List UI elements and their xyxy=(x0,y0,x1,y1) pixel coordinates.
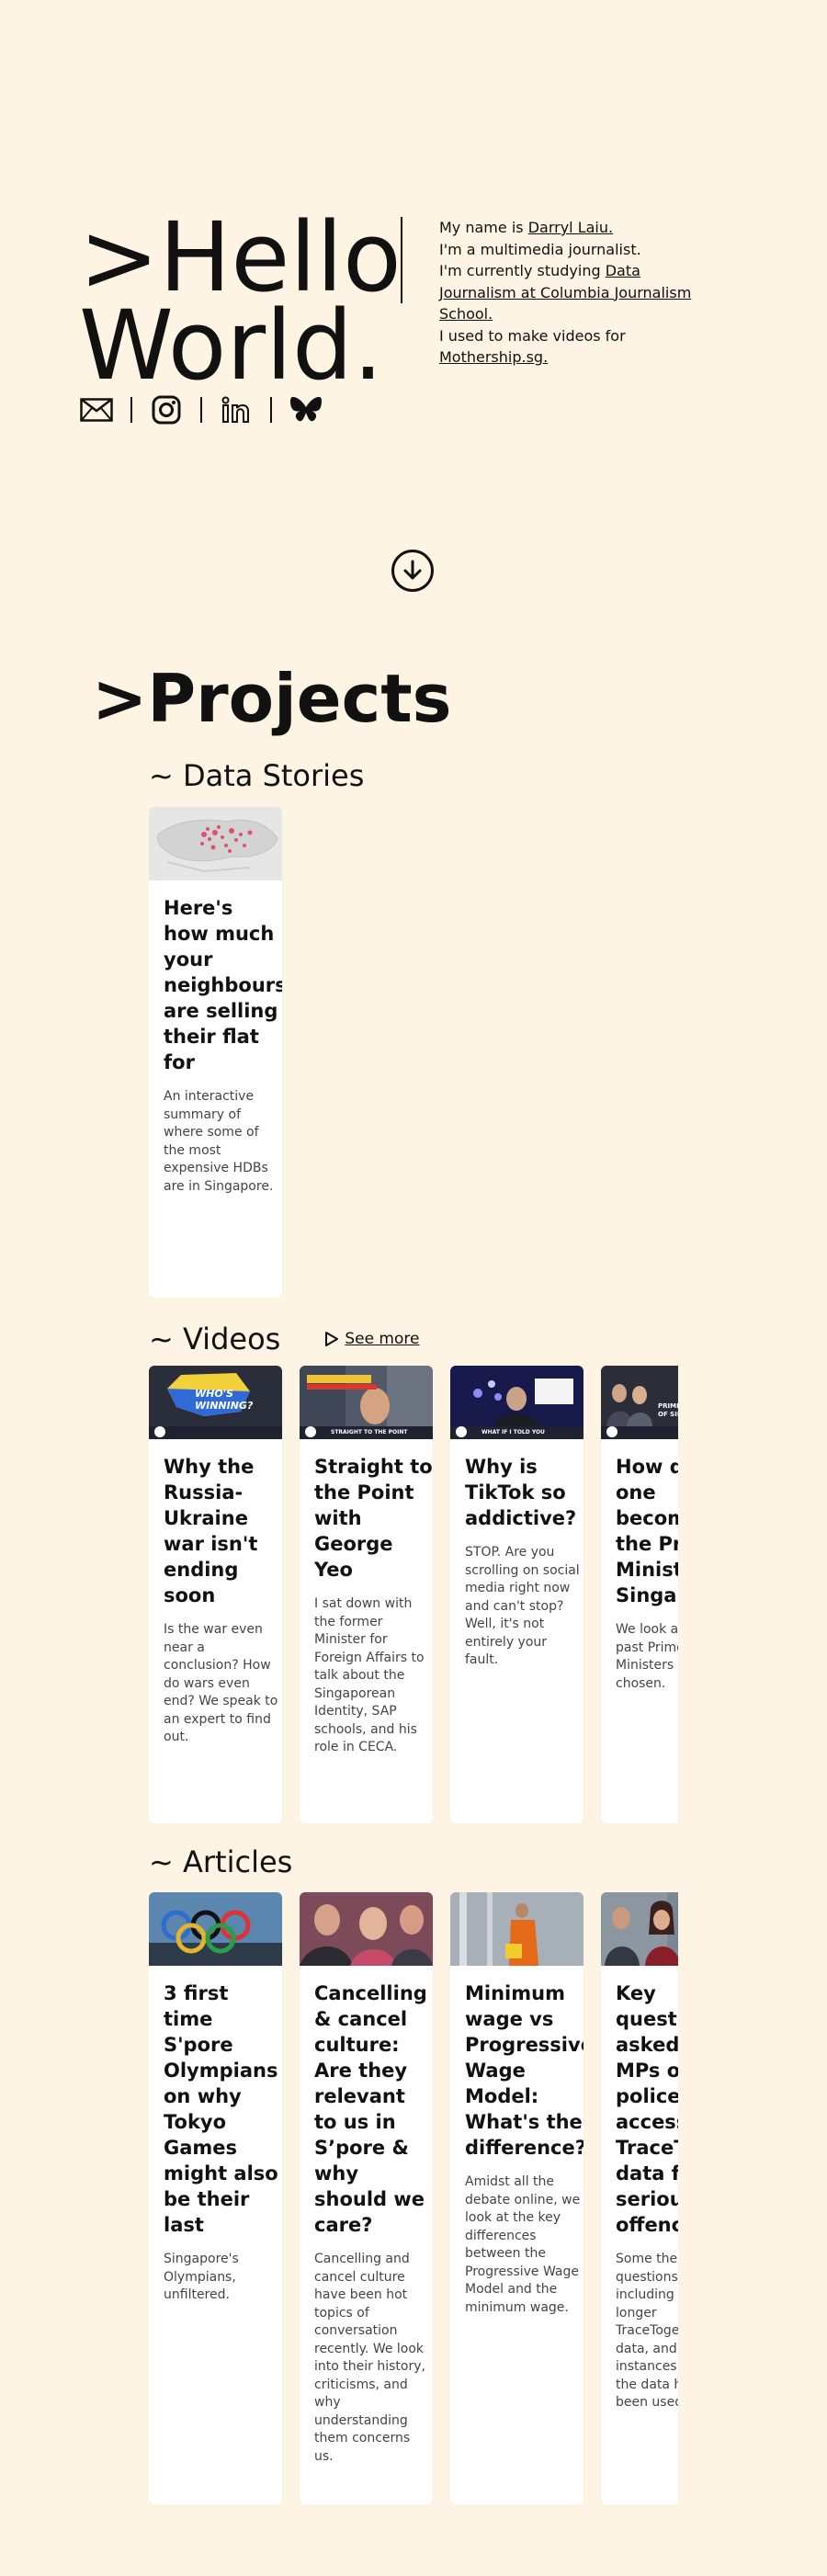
articles-heading-text: ~ Articles xyxy=(149,1844,293,1879)
card-description: An interactive summary of where some of … xyxy=(164,1089,274,1194)
article-thumbnail xyxy=(300,1892,433,1966)
see-more-videos-link[interactable]: See more xyxy=(324,1321,419,1357)
video-thumbnail: WHO'S WINNING? xyxy=(149,1366,282,1439)
scroll-down-button[interactable] xyxy=(391,550,434,592)
article-thumbnail xyxy=(601,1892,678,1966)
video-thumbnail: STRAIGHT TO THE POINT xyxy=(300,1366,433,1439)
video-thumbnail-text: WHAT IF I TOLD YOU xyxy=(481,1429,545,1436)
card-title: 3 first time S'pore Olympians on why Tok… xyxy=(164,1982,278,2236)
card-description: STOP. Are you scrolling on social media … xyxy=(465,1545,580,1667)
instagram-icon[interactable] xyxy=(149,392,184,427)
projects-title: >Projects xyxy=(92,660,452,737)
video-thumbnail-text: WHO'S WINNING? xyxy=(195,1388,254,1412)
card-title: Cancelling & cancel culture: Are they re… xyxy=(314,1982,427,2236)
video-thumbnail-text: PRIME MINISTER OF SINGAPORE xyxy=(658,1402,678,1418)
card-description: Is the war even near a conclusion? How d… xyxy=(164,1622,278,1744)
articles-cards: 3 first time S'pore Olympians on why Tok… xyxy=(149,1892,678,2504)
article-card[interactable]: Key questions asked by MPs on police acc… xyxy=(601,1892,678,2504)
video-card[interactable]: WHO'S WINNING? Why the Russia-Ukraine wa… xyxy=(149,1366,282,1823)
card-title: Key questions asked by MPs on police acc… xyxy=(616,1982,678,2236)
hero-title-line1: >Hello xyxy=(79,201,402,313)
video-card[interactable]: WHAT IF I TOLD YOU Why is TikTok so addi… xyxy=(450,1366,583,1823)
article-thumbnail xyxy=(450,1892,583,1966)
card-description: We look at how past Prime Ministers were… xyxy=(616,1622,678,1691)
article-card[interactable]: Minimum wage vs Progressive Wage Model: … xyxy=(450,1892,583,2504)
play-icon xyxy=(325,1332,339,1346)
data-stories-heading: ~ Data Stories xyxy=(149,757,364,794)
hero-divider xyxy=(401,217,402,303)
hero-title: >Hello World. xyxy=(79,201,402,402)
videos-heading: ~ Videos See more xyxy=(149,1321,419,1357)
social-separator xyxy=(200,397,202,423)
video-thumbnail-text: STRAIGHT TO THE POINT xyxy=(331,1429,408,1436)
video-card[interactable]: STRAIGHT TO THE POINT Straight to the Po… xyxy=(300,1366,433,1823)
name-link[interactable]: Darryl Laiu. xyxy=(528,219,613,236)
data-stories-cards: Here's how much your neighbours are sell… xyxy=(149,807,678,1298)
card-description: Singapore's Olympians, unfiltered. xyxy=(164,2252,239,2302)
video-thumbnail: PRIME MINISTER OF SINGAPORE xyxy=(601,1366,678,1439)
hero-title-line2: World. xyxy=(79,289,384,402)
intro-text: My name is Darryl Laiu. I'm a multimedia… xyxy=(439,217,715,369)
card-description: I sat down with the former Minister for … xyxy=(314,1596,425,1754)
card-title: Minimum wage vs Progressive Wage Model: … xyxy=(465,1982,583,2159)
work-link[interactable]: Mothership.sg. xyxy=(439,348,548,366)
article-card[interactable]: Cancelling & cancel culture: Are they re… xyxy=(300,1892,433,2504)
card-title: Why is TikTok so addictive? xyxy=(465,1456,577,1529)
social-separator xyxy=(270,397,272,423)
video-thumbnail: WHAT IF I TOLD YOU xyxy=(450,1366,583,1439)
intro-name-prefix: My name is xyxy=(439,219,528,236)
card-title: Here's how much your neighbours are sell… xyxy=(164,897,282,1073)
videos-cards: WHO'S WINNING? Why the Russia-Ukraine wa… xyxy=(149,1366,678,1823)
see-more-label: See more xyxy=(345,1330,420,1348)
card-description: Some the key questions raised including … xyxy=(616,2252,678,2410)
bluesky-icon[interactable] xyxy=(289,392,323,427)
intro-role: I'm a multimedia journalist. xyxy=(439,240,641,258)
data-story-thumbnail xyxy=(149,807,282,880)
article-thumbnail xyxy=(149,1892,282,1966)
intro-study-prefix: I'm currently studying xyxy=(439,262,606,279)
article-card[interactable]: 3 first time S'pore Olympians on why Tok… xyxy=(149,1892,282,2504)
card-title: Straight to the Point with George Yeo xyxy=(314,1456,433,1581)
linkedin-icon[interactable] xyxy=(219,392,254,427)
card-description: Amidst all the debate online, we look at… xyxy=(465,2174,581,2315)
card-title: Why the Russia-Ukraine war isn't ending … xyxy=(164,1456,258,1606)
social-separator xyxy=(130,397,132,423)
videos-heading-text: ~ Videos xyxy=(149,1322,281,1356)
intro-work-prefix: I used to make videos for xyxy=(439,326,626,345)
arrow-down-icon xyxy=(403,560,422,580)
social-links xyxy=(79,392,323,428)
video-card[interactable]: PRIME MINISTER OF SINGAPORE How does one… xyxy=(601,1366,678,1823)
card-title: How does one become the Prime Minister o… xyxy=(616,1456,678,1606)
articles-heading: ~ Articles xyxy=(149,1844,292,1880)
data-story-card[interactable]: Here's how much your neighbours are sell… xyxy=(149,807,282,1298)
data-stories-heading-text: ~ Data Stories xyxy=(149,758,365,793)
mail-icon[interactable] xyxy=(79,392,114,427)
card-description: Cancelling and cancel culture have been … xyxy=(314,2252,425,2464)
